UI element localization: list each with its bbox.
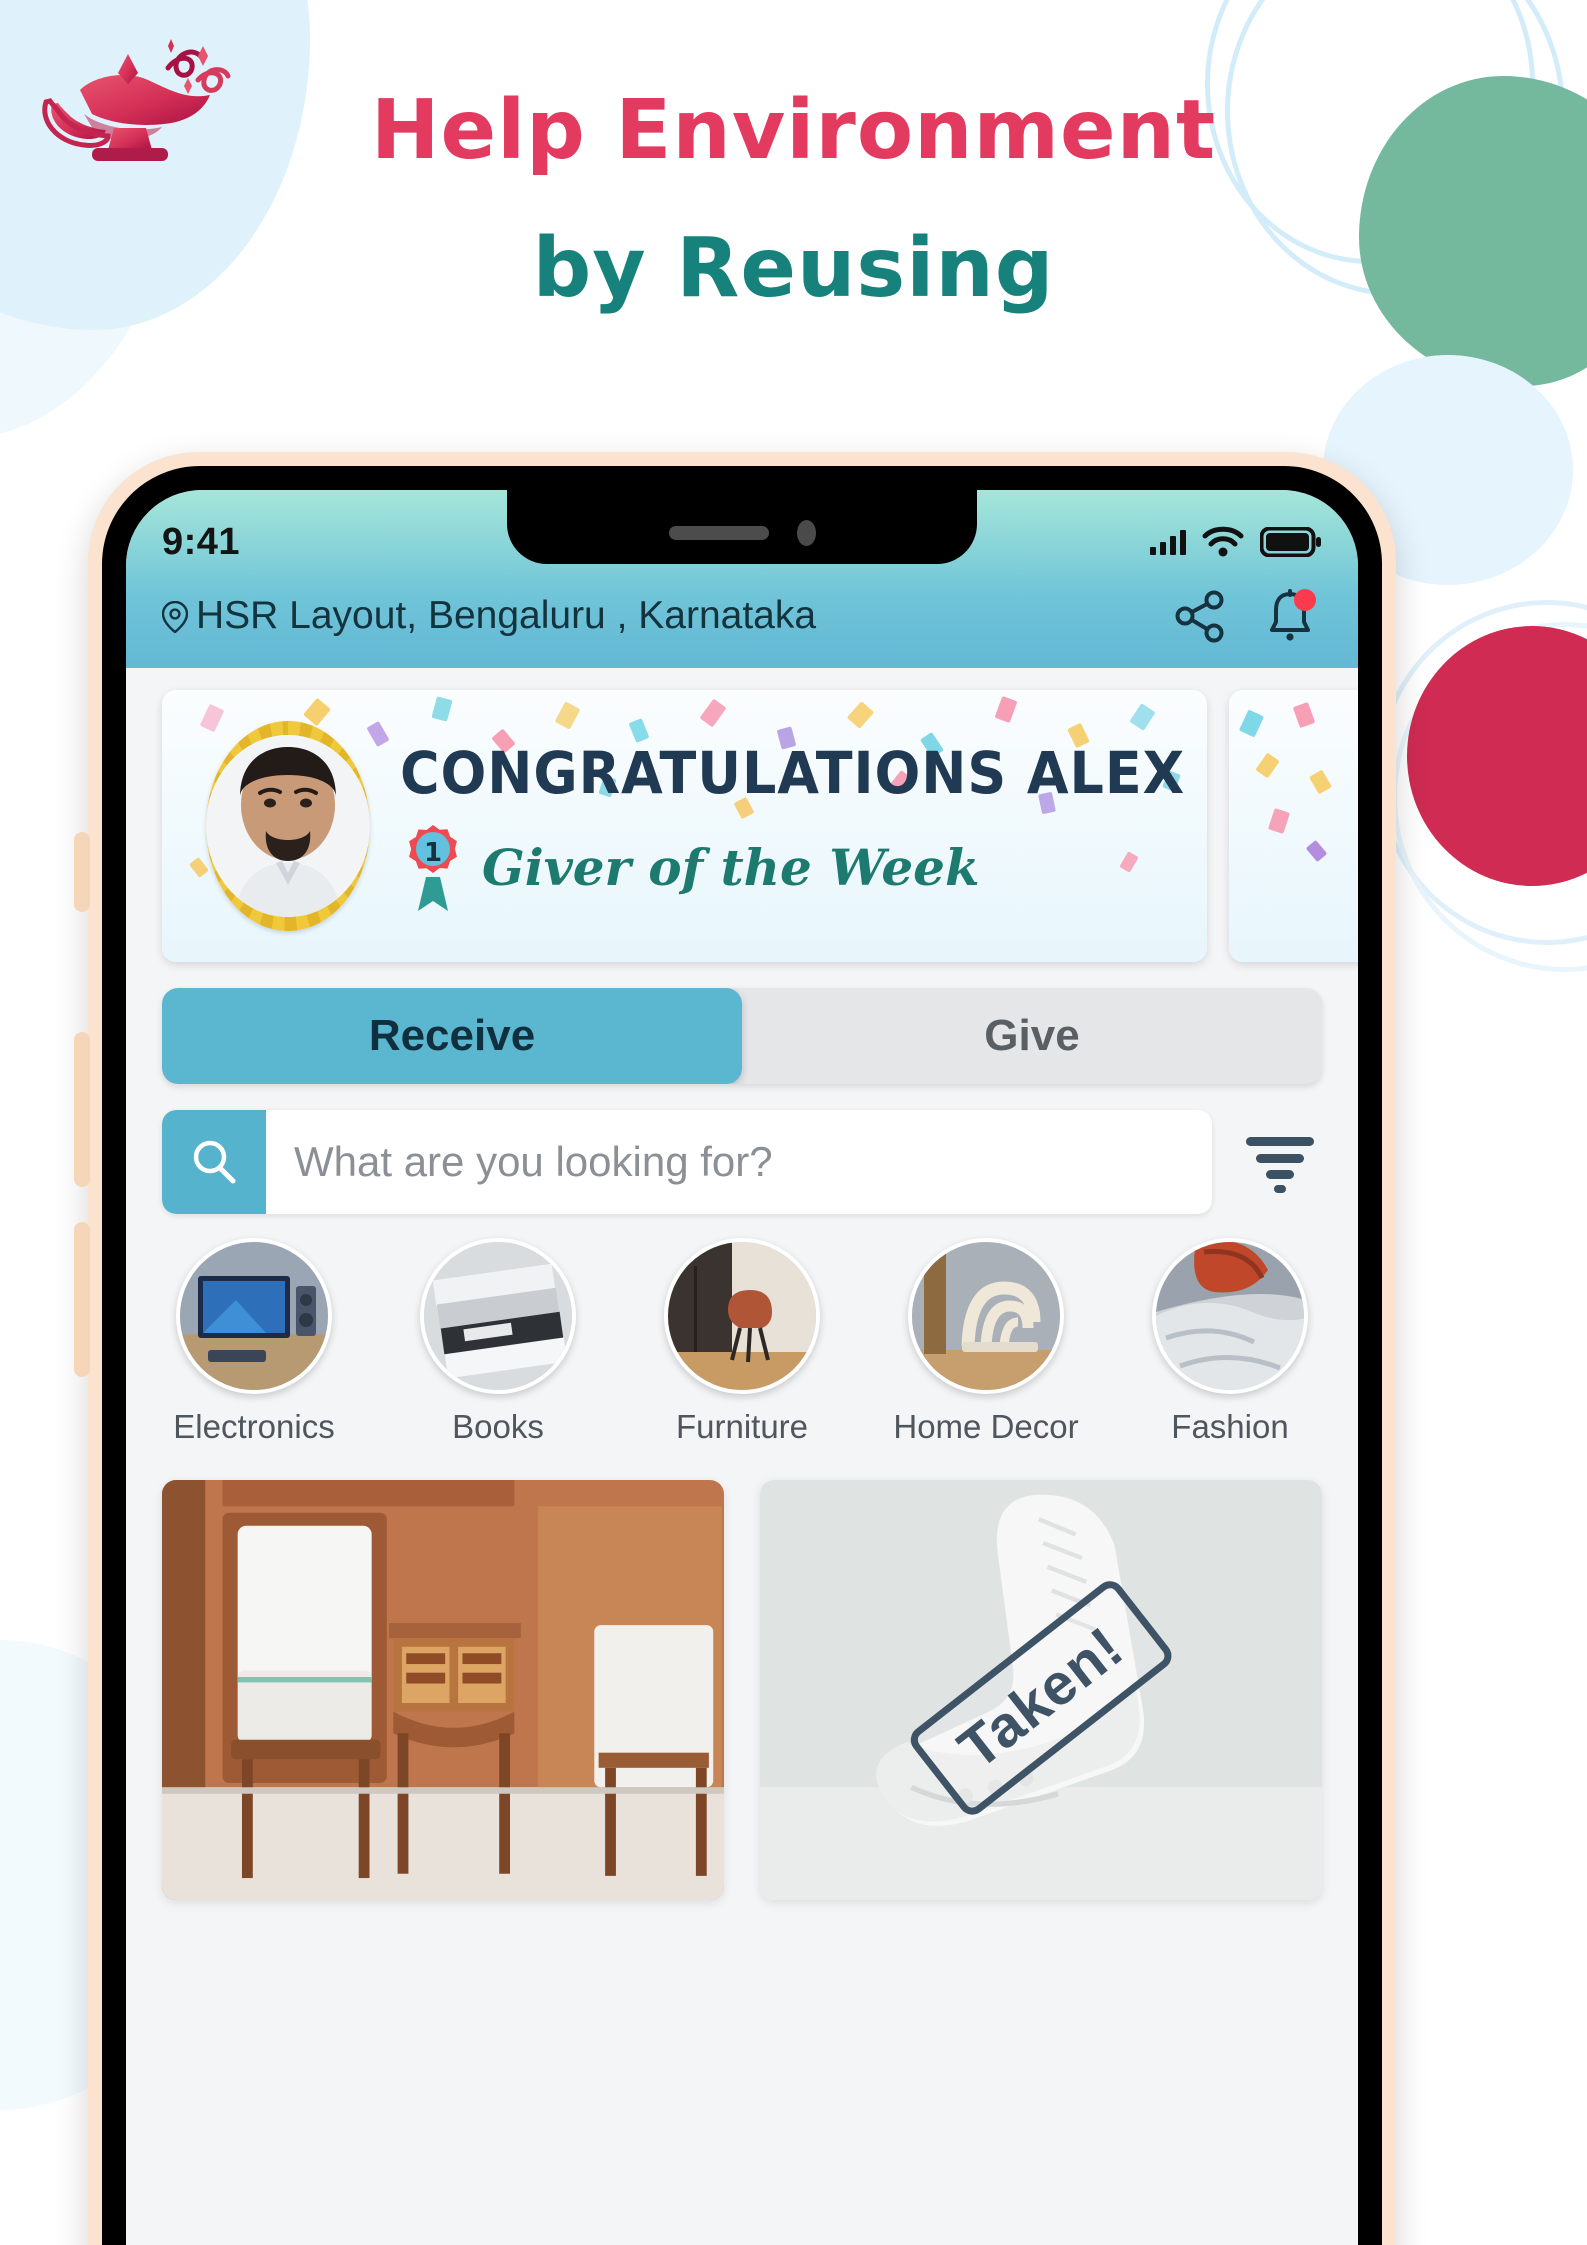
phone-mute-switch[interactable] bbox=[74, 832, 90, 912]
fashion-thumb bbox=[1152, 1238, 1308, 1394]
location-bar[interactable]: HSR Layout, Bengaluru , Karnataka bbox=[161, 588, 1322, 648]
alex-avatar-photo bbox=[206, 735, 370, 917]
search-input[interactable] bbox=[266, 1138, 1212, 1186]
search-icon[interactable] bbox=[162, 1110, 266, 1214]
banner-carousel[interactable]: CONGRATULATIONS ALEX ! 1 Giver of the We… bbox=[126, 668, 1358, 962]
books-thumb bbox=[420, 1238, 576, 1394]
category-electronics[interactable]: Electronics bbox=[156, 1238, 352, 1446]
signal-bars-icon bbox=[1150, 529, 1186, 555]
wifi-icon bbox=[1202, 526, 1244, 558]
share-icon[interactable] bbox=[1174, 588, 1226, 644]
earpiece-speaker bbox=[668, 526, 769, 540]
category-furniture[interactable]: Furniture bbox=[644, 1238, 840, 1446]
wooden-chair-table-photo bbox=[162, 1480, 724, 1900]
receive-give-tabs: Receive Give bbox=[162, 988, 1322, 1084]
category-fashion[interactable]: Fashion bbox=[1132, 1238, 1328, 1446]
status-time: 9:41 bbox=[162, 520, 241, 563]
confetti-decoration-next bbox=[1229, 690, 1358, 962]
location-pin-icon bbox=[161, 600, 189, 634]
avatar bbox=[206, 721, 370, 931]
phone-notch bbox=[507, 490, 977, 564]
banner-subtitle: Giver of the Week bbox=[482, 837, 980, 897]
furniture-thumb bbox=[664, 1238, 820, 1394]
tab-give[interactable]: Give bbox=[742, 988, 1322, 1084]
category-label: Home Decor bbox=[893, 1408, 1079, 1445]
phone-volume-down-button[interactable] bbox=[74, 1222, 90, 1377]
phone-mockup: 9:41 HSR Layout, Bengaluru , Karnataka C… bbox=[74, 452, 1396, 2245]
category-label: Furniture bbox=[675, 1408, 809, 1445]
search-box[interactable] bbox=[162, 1110, 1212, 1214]
category-label: Books bbox=[452, 1408, 544, 1445]
promo-headline: Help Environment by Reusing bbox=[0, 90, 1587, 310]
banner-text: CONGRATULATIONS ALEX ! 1 Giver of the We… bbox=[400, 739, 1207, 913]
listing-grid: Taken! bbox=[162, 1480, 1322, 1900]
background-ring-right-inner bbox=[1392, 622, 1587, 972]
congratulations-banner[interactable]: CONGRATULATIONS ALEX ! 1 Giver of the We… bbox=[162, 690, 1207, 962]
congratulations-banner-next[interactable] bbox=[1229, 690, 1358, 962]
filter-icon[interactable] bbox=[1238, 1120, 1322, 1204]
category-label: Fashion bbox=[1171, 1408, 1289, 1445]
tab-receive[interactable]: Receive bbox=[162, 988, 742, 1084]
headline-line-2: by Reusing bbox=[532, 221, 1055, 316]
listing-card-sneakers[interactable]: Taken! bbox=[760, 1480, 1322, 1900]
category-books[interactable]: Books bbox=[400, 1238, 596, 1446]
phone-body: 9:41 HSR Layout, Bengaluru , Karnataka C… bbox=[102, 466, 1382, 2245]
home-decor-thumb bbox=[908, 1238, 1064, 1394]
electronics-thumb bbox=[176, 1238, 332, 1394]
background-ring-right-outer bbox=[1377, 600, 1587, 945]
phone-volume-up-button[interactable] bbox=[74, 1032, 90, 1187]
location-text: HSR Layout, Bengaluru , Karnataka bbox=[196, 594, 817, 637]
status-icons bbox=[1150, 526, 1322, 558]
banner-title: CONGRATULATIONS ALEX ! bbox=[400, 739, 1207, 807]
svg-text:1: 1 bbox=[424, 838, 442, 868]
category-home-decor[interactable]: Home Decor bbox=[888, 1238, 1084, 1446]
listing-card-chair[interactable] bbox=[162, 1480, 724, 1900]
phone-screen: 9:41 HSR Layout, Bengaluru , Karnataka C… bbox=[126, 490, 1358, 2245]
notification-badge bbox=[1294, 589, 1316, 611]
background-circle-crimson bbox=[1407, 626, 1587, 886]
battery-icon bbox=[1260, 527, 1322, 557]
search-row bbox=[162, 1110, 1322, 1214]
rank-ribbon-icon: 1 bbox=[400, 821, 466, 913]
bell-icon[interactable] bbox=[1264, 588, 1316, 644]
header-actions bbox=[1174, 588, 1322, 644]
front-camera bbox=[796, 520, 816, 546]
headline-line-1: Help Environment bbox=[370, 83, 1217, 178]
category-list: Electronics Books Furniture Home Decor F… bbox=[156, 1238, 1328, 1446]
category-label: Electronics bbox=[173, 1408, 335, 1445]
